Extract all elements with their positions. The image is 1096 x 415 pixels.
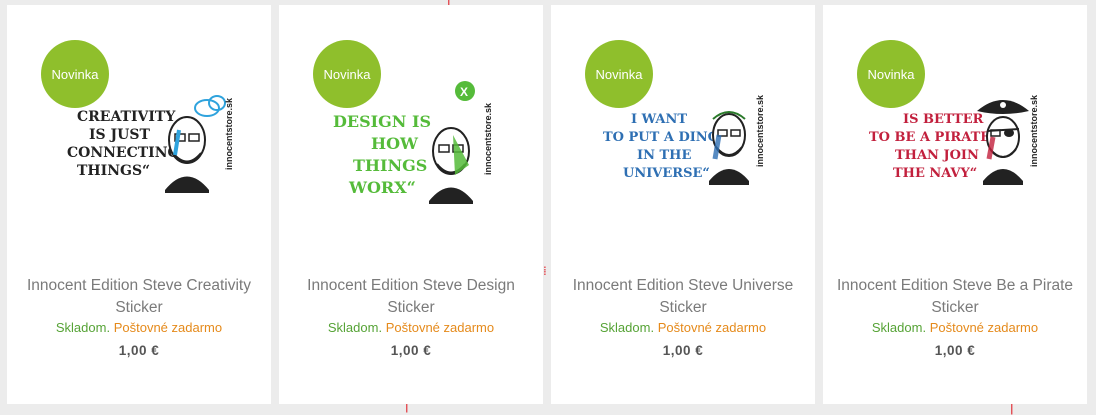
shipping-info: Poštovné zadarmo <box>385 320 495 335</box>
stock-status: Skladom. <box>327 320 383 335</box>
new-badge: Novinka <box>585 40 653 108</box>
brand-text: innocentstore.sk <box>483 102 493 175</box>
quote-line: THINGS <box>353 156 427 175</box>
product-price: 1,00 € <box>118 343 160 358</box>
brand-text: innocentstore.sk <box>224 97 234 170</box>
product-title[interactable]: Innocent Edition Steve Design Sticker <box>287 275 535 319</box>
brand-text: innocentstore.sk <box>755 94 765 167</box>
shipping-info: Poštovné zadarmo <box>113 320 223 335</box>
quote-line: THE NAVY“ <box>893 166 977 181</box>
product-title[interactable]: Innocent Edition Steve Creativity Sticke… <box>15 275 263 319</box>
quote-line: IS JUST <box>89 127 150 143</box>
shipping-info: Poštovné zadarmo <box>657 320 767 335</box>
new-badge: Novinka <box>313 40 381 108</box>
availability: Skladom. Poštovné zadarmo <box>823 320 1087 336</box>
quote-line: TO PUT A DING <box>603 130 719 145</box>
quote-line: THINGS“ <box>77 163 150 179</box>
product-card[interactable]: Novinka CREATIVITY IS JUST CONNECTING TH… <box>7 5 271 404</box>
new-badge: Novinka <box>41 40 109 108</box>
stock-status: Skladom. <box>599 320 655 335</box>
quote-line: THAN JOIN <box>895 148 979 163</box>
stock-status: Skladom. <box>871 320 927 335</box>
quote-line: WORX“ <box>348 178 416 197</box>
stock-status: Skladom. <box>55 320 111 335</box>
availability: Skladom. Poštovné zadarmo <box>551 320 815 336</box>
shipping-info: Poštovné zadarmo <box>929 320 1039 335</box>
brand-text: innocentstore.sk <box>1029 94 1039 167</box>
product-card[interactable]: Novinka IS BETTER TO BE A PIRATE THAN JO… <box>823 5 1087 404</box>
quote-line: UNIVERSE“ <box>623 166 710 181</box>
portrait-illustration <box>429 127 473 204</box>
product-title[interactable]: Innocent Edition Steve Universe Sticker <box>559 275 807 319</box>
x-bubble-icon: X <box>455 81 475 101</box>
quote-line: IS BETTER <box>903 112 984 127</box>
availability: Skladom. Poštovné zadarmo <box>7 320 271 336</box>
product-card[interactable]: Novinka I WANT TO PUT A DING IN THE UNIV… <box>551 5 815 404</box>
cloud-icon <box>194 95 226 117</box>
product-grid: Novinka CREATIVITY IS JUST CONNECTING TH… <box>0 0 1096 410</box>
availability: Skladom. Poštovné zadarmo <box>279 320 543 336</box>
product-price: 1,00 € <box>390 343 432 358</box>
quote-line: IN THE <box>637 148 691 163</box>
svg-text:X: X <box>460 85 468 99</box>
quote-line: I WANT <box>631 112 687 127</box>
product-card[interactable]: Novinka DESIGN IS HOW THINGS WORX“ X inn… <box>279 5 543 404</box>
portrait-illustration <box>709 111 749 185</box>
product-price: 1,00 € <box>934 343 976 358</box>
new-badge: Novinka <box>857 40 925 108</box>
product-price: 1,00 € <box>662 343 704 358</box>
quote-line: HOW <box>371 134 419 153</box>
quote-line: TO BE A PIRATE <box>869 130 990 145</box>
quote-line: CONNECTING <box>67 145 179 161</box>
quote-line: CREATIVITY <box>77 109 176 125</box>
quote-line: DESIGN IS <box>333 112 431 131</box>
product-title[interactable]: Innocent Edition Steve Be a Pirate Stick… <box>831 275 1079 319</box>
